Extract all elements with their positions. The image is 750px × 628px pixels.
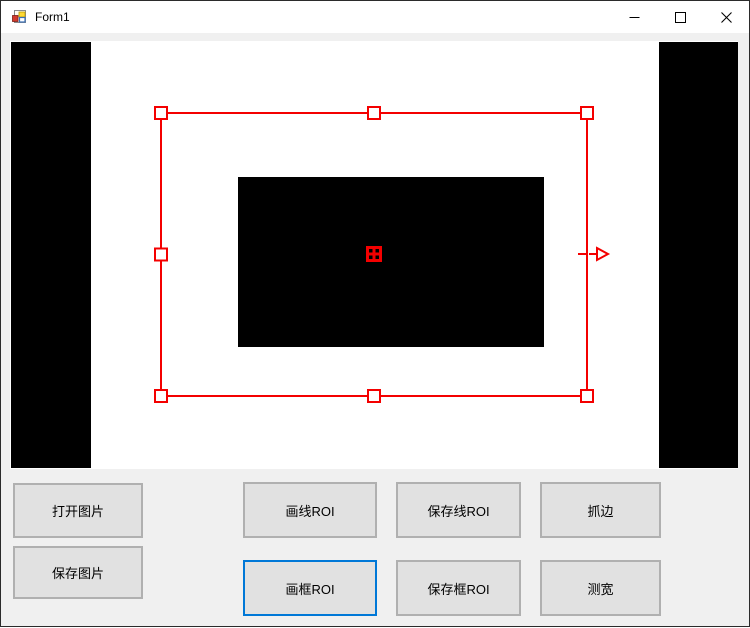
caption-controls	[611, 1, 749, 33]
minimize-icon	[629, 12, 640, 23]
image-black-bar-left	[11, 42, 91, 468]
save-line-roi-button[interactable]: 保存线ROI	[396, 482, 521, 538]
grab-edge-button[interactable]: 抓边	[540, 482, 661, 538]
measure-width-button[interactable]: 测宽	[540, 560, 661, 616]
open-image-button[interactable]: 打开图片	[13, 483, 143, 538]
form-window: Form1 打开图片 保存图片	[0, 0, 750, 627]
close-icon	[721, 12, 732, 23]
window-title: Form1	[35, 10, 70, 24]
maximize-button[interactable]	[657, 1, 703, 33]
draw-rect-roi-button[interactable]: 画框ROI	[243, 560, 377, 616]
titlebar: Form1	[1, 1, 749, 33]
app-icon	[11, 9, 27, 25]
save-image-button[interactable]: 保存图片	[13, 546, 143, 599]
draw-line-roi-button[interactable]: 画线ROI	[243, 482, 377, 538]
image-black-rect	[238, 177, 544, 347]
save-rect-roi-button[interactable]: 保存框ROI	[396, 560, 521, 616]
image-black-bar-right	[659, 42, 738, 468]
minimize-button[interactable]	[611, 1, 657, 33]
maximize-icon	[675, 12, 686, 23]
close-button[interactable]	[703, 1, 749, 33]
